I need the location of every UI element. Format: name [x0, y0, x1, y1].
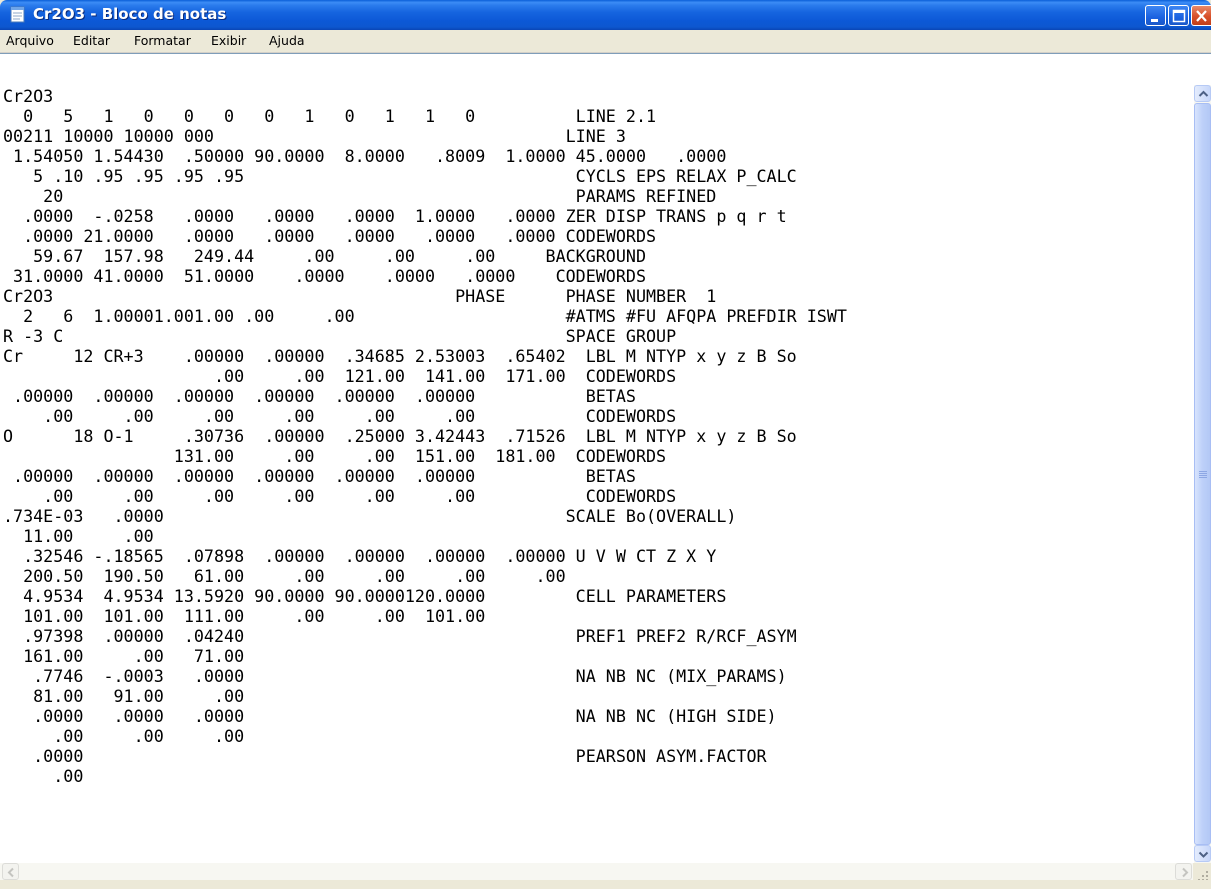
menu-ajuda[interactable]: Ajuda: [269, 33, 305, 48]
scroll-down-button[interactable]: [1194, 845, 1211, 862]
scrollbar-thumb[interactable]: [1194, 103, 1211, 845]
scroll-up-button[interactable]: [1194, 85, 1211, 102]
text-line: Cr 12 CR+3 .00000 .00000 .34685 2.53003 …: [3, 346, 797, 366]
text-line: .97398 .00000 .04240 PREF1 PREF2 R/RCF_A…: [3, 626, 797, 646]
scroll-right-button[interactable]: [1175, 863, 1192, 880]
text-line: 101.00 101.00 111.00 .00 .00 101.00: [3, 606, 486, 626]
text-line: .32546 -.18565 .07898 .00000 .00000 .000…: [3, 546, 717, 566]
vertical-scrollbar[interactable]: [1193, 85, 1211, 863]
text-line: .7746 -.0003 .0000 NA NB NC (MIX_PARAMS): [3, 666, 787, 686]
notepad-window: Cr2O3 - Bloco de notas Arquivo Editar Fo…: [0, 0, 1211, 889]
text-line: .00 .00 .00 .00 .00 .00 CODEWORDS: [3, 406, 677, 426]
text-line: .00 .00 121.00 141.00 171.00 CODEWORDS: [3, 366, 677, 386]
notepad-icon[interactable]: [10, 6, 26, 23]
minimize-icon: [1151, 19, 1158, 22]
text-editor[interactable]: Cr2O3 0 5 1 0 0 0 0 1 0 1 1 0 LINE 2.1 0…: [0, 53, 1211, 889]
horizontal-scrollbar[interactable]: [0, 863, 1193, 880]
menu-editar[interactable]: Editar: [73, 33, 110, 48]
text-line: Cr2O3: [3, 86, 54, 106]
close-button[interactable]: [1191, 5, 1211, 26]
maximize-button[interactable]: [1168, 5, 1189, 26]
text-line: .734E-03 .0000 SCALE Bo(OVERALL): [3, 506, 737, 526]
text-line: .0000 .0000 .0000 NA NB NC (HIGH SIDE): [3, 706, 777, 726]
text-line: 4.9534 4.9534 13.5920 90.0000 90.0000120…: [3, 586, 727, 606]
menu-arquivo[interactable]: Arquivo: [6, 33, 54, 48]
text-line: 2 6 1.00001.001.00 .00 .00 #ATMS #FU AFQ…: [3, 306, 847, 326]
text-line: 200.50 190.50 61.00 .00 .00 .00 .00: [3, 566, 566, 586]
text-line: 31.0000 41.0000 51.0000 .0000 .0000 .000…: [3, 266, 646, 286]
text-line: 00211 10000 10000 000 LINE 3: [3, 126, 626, 146]
document-text[interactable]: Cr2O3 0 5 1 0 0 0 0 1 0 1 1 0 LINE 2.1 0…: [3, 86, 1183, 876]
menu-bar: Arquivo Editar Formatar Exibir Ajuda: [0, 30, 1211, 53]
text-line: 131.00 .00 .00 151.00 181.00 CODEWORDS: [3, 446, 667, 466]
arrow-up-icon: [1198, 90, 1209, 97]
text-line: .00000 .00000 .00000 .00000 .00000 .0000…: [3, 386, 636, 406]
text-line: .0000 21.0000 .0000 .0000 .0000 .0000 .0…: [3, 226, 657, 246]
menu-exibir[interactable]: Exibir: [211, 33, 246, 48]
text-line: Cr2O3 PHASE PHASE NUMBER 1: [3, 286, 717, 306]
text-line: .00 .00 .00 .00 .00 .00 CODEWORDS: [3, 486, 677, 506]
text-line: 161.00 .00 71.00: [3, 646, 245, 666]
text-line: 5 .10 .95 .95 .95 .95 CYCLS EPS RELAX P_…: [3, 166, 797, 186]
text-line: 81.00 91.00 .00: [3, 686, 245, 706]
text-line: .00: [3, 766, 84, 786]
arrow-right-icon: [1182, 867, 1189, 878]
title-bar[interactable]: Cr2O3 - Bloco de notas: [0, 0, 1211, 30]
text-line: 1.54050 1.54430 .50000 90.0000 8.0000 .8…: [3, 146, 727, 166]
close-icon: [1196, 10, 1207, 22]
text-line: .0000 PEARSON ASYM.FACTOR: [3, 746, 767, 766]
scroll-left-button[interactable]: [2, 863, 19, 880]
text-line: .0000 -.0258 .0000 .0000 .0000 1.0000 .0…: [3, 206, 787, 226]
arrow-left-icon: [7, 867, 14, 878]
text-line: O 18 O-1 .30736 .00000 .25000 3.42443 .7…: [3, 426, 797, 446]
window-bottom-border: [0, 880, 1211, 889]
menu-formatar[interactable]: Formatar: [134, 33, 191, 48]
text-line: 0 5 1 0 0 0 0 1 0 1 1 0 LINE 2.1: [3, 106, 657, 126]
text-line: .00000 .00000 .00000 .00000 .00000 .0000…: [3, 466, 636, 486]
text-line: R -3 C SPACE GROUP: [3, 326, 677, 346]
text-line: .00 .00 .00: [3, 726, 245, 746]
window-title: Cr2O3 - Bloco de notas: [33, 5, 227, 23]
minimize-button[interactable]: [1145, 5, 1166, 26]
text-line: 11.00 .00: [3, 526, 154, 546]
text-line: 59.67 157.98 249.44 .00 .00 .00 BACKGROU…: [3, 246, 646, 266]
arrow-down-icon: [1198, 851, 1209, 858]
maximize-icon: [1172, 9, 1186, 23]
text-line: 20 PARAMS REFINED: [3, 186, 717, 206]
